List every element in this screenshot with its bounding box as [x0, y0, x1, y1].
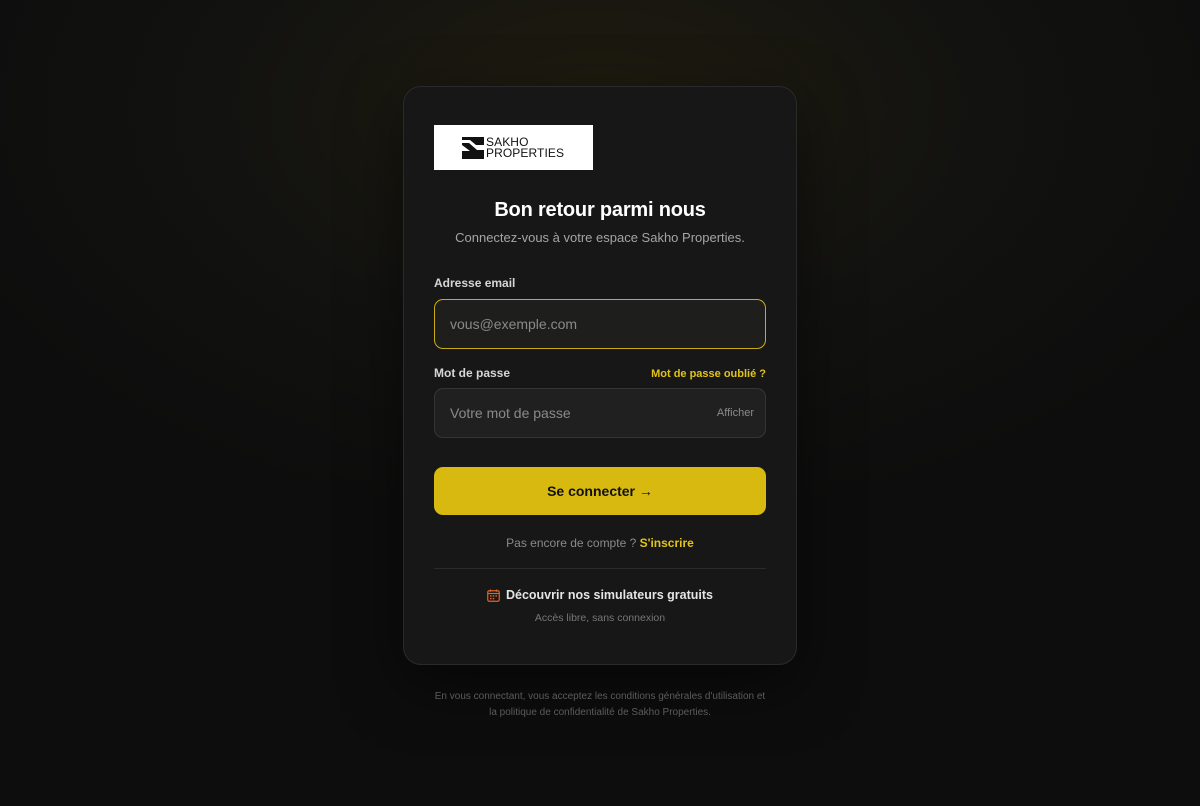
page-title: Bon retour parmi nous — [494, 199, 706, 221]
email-input[interactable] — [450, 316, 750, 332]
login-button[interactable]: Se connecter → — [434, 467, 766, 515]
logo-wordmark: SAKHO PROPERTIES — [486, 136, 565, 160]
email-label: Adresse email — [434, 276, 516, 290]
legal-line-1: En vous connectant, vous acceptez les co… — [434, 691, 766, 702]
divider — [434, 568, 766, 569]
show-password-toggle[interactable]: Afficher — [717, 407, 754, 419]
email-field[interactable] — [434, 299, 766, 349]
password-label: Mot de passe — [434, 366, 511, 380]
simulators-label: Découvrir nos simulateurs gratuits — [505, 588, 713, 602]
forgot-password-link[interactable]: Mot de passe oublié ? — [651, 368, 766, 380]
logo-line-2: PROPERTIES — [486, 145, 565, 160]
simulators-link[interactable]: Découvrir nos simulateurs gratuits — [404, 588, 796, 602]
password-input[interactable] — [450, 405, 717, 421]
password-field[interactable]: Afficher — [434, 388, 766, 438]
legal-line-2: la politique de confidentialité de Sakho… — [489, 707, 711, 718]
signup-prompt: Pas encore de compte ? S'inscrire — [404, 536, 796, 550]
calendar-icon — [487, 589, 500, 602]
simulators-sublabel: Accès libre, sans connexion — [534, 612, 666, 624]
signup-link[interactable]: S'inscrire — [640, 536, 694, 550]
brand-logo: SAKHO PROPERTIES — [434, 125, 593, 170]
sakho-logo-icon — [462, 136, 484, 159]
login-card: SAKHO PROPERTIES Bon retour parmi nous C… — [403, 86, 797, 665]
page-subtitle: Connectez-vous à votre espace Sakho Prop… — [455, 230, 745, 245]
legal-notice: En vous connectant, vous acceptez les co… — [400, 689, 800, 721]
signup-prompt-text: Pas encore de compte ? — [506, 536, 637, 550]
